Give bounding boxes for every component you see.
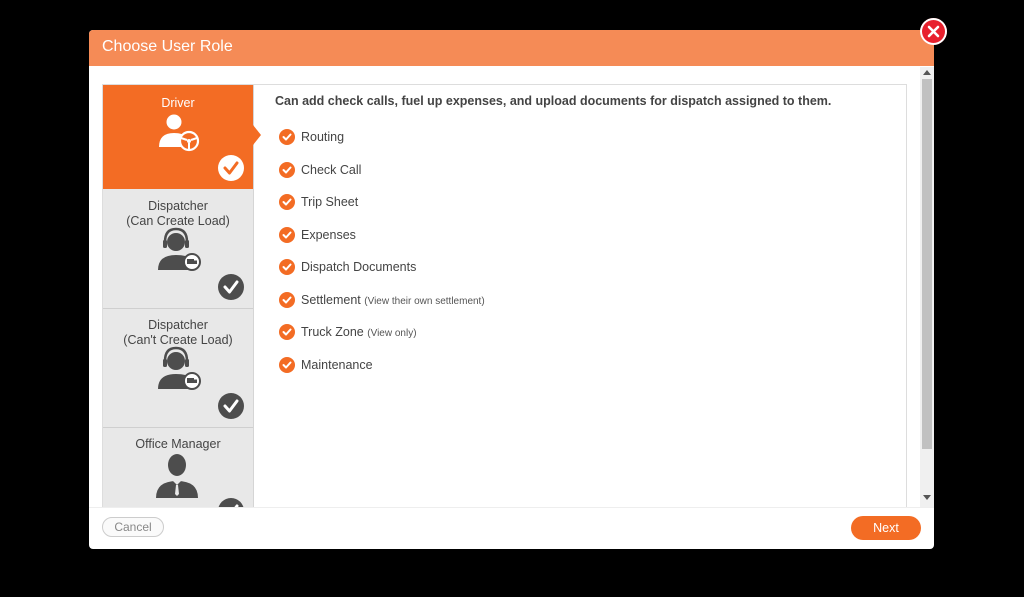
role-item-dispatcher-can-create-load[interactable]: Dispatcher (Can Create Load)	[103, 190, 253, 309]
role-check-icon	[218, 274, 244, 300]
permission-label: Expenses	[301, 228, 356, 242]
permission-label: Check Call	[301, 163, 362, 177]
permission-label: Trip Sheet	[301, 195, 359, 209]
scroll-down-arrow-icon[interactable]	[923, 495, 931, 500]
dialog-header: Choose User Role	[89, 30, 934, 66]
checkmark-icon	[279, 324, 295, 340]
permission-label: Settlement	[301, 293, 361, 307]
office-manager-icon	[156, 454, 198, 498]
role-selected-check-icon	[218, 155, 244, 181]
next-button[interactable]: Next	[851, 516, 921, 540]
role-check-icon	[218, 393, 244, 419]
dialog-title: Choose User Role	[102, 38, 233, 55]
role-list: Driver Dispatcher (Can Create Load) Disp…	[103, 85, 261, 507]
role-item-driver[interactable]: Driver	[103, 85, 253, 189]
permission-label: Dispatch Documents	[301, 260, 417, 274]
permission-label: Maintenance	[301, 358, 373, 372]
checkmark-icon	[279, 162, 295, 178]
permission-note: (View their own settlement)	[364, 296, 485, 307]
scrollbar-thumb[interactable]	[922, 79, 932, 449]
checkmark-icon	[279, 194, 295, 210]
permission-note: (View only)	[367, 328, 417, 339]
permission-label: Truck Zone	[301, 325, 364, 339]
selected-role-pointer	[253, 125, 261, 145]
checkmark-icon	[279, 227, 295, 243]
checkmark-icon	[279, 357, 295, 373]
checkmark-icon	[279, 259, 295, 275]
close-button[interactable]	[920, 18, 947, 45]
role-details: Can add check calls, fuel up expenses, a…	[275, 85, 895, 507]
vertical-scrollbar[interactable]	[920, 67, 934, 507]
choose-user-role-dialog: Choose User Role Driver Dispatcher (Can …	[89, 30, 934, 549]
close-icon	[927, 25, 940, 38]
cancel-button[interactable]: Cancel	[102, 517, 164, 537]
permission-label: Routing	[301, 130, 345, 144]
role-item-dispatcher-cant-create-load[interactable]: Dispatcher (Can't Create Load)	[103, 309, 253, 428]
dialog-footer: Cancel Next	[89, 507, 934, 549]
scroll-up-arrow-icon[interactable]	[923, 70, 931, 75]
role-description: Can add check calls, fuel up expenses, a…	[275, 94, 832, 108]
checkmark-icon	[279, 129, 295, 145]
dialog-body: Driver Dispatcher (Can Create Load) Disp…	[102, 84, 907, 508]
checkmark-icon	[279, 292, 295, 308]
role-item-office-manager[interactable]: Office Manager	[103, 428, 253, 507]
